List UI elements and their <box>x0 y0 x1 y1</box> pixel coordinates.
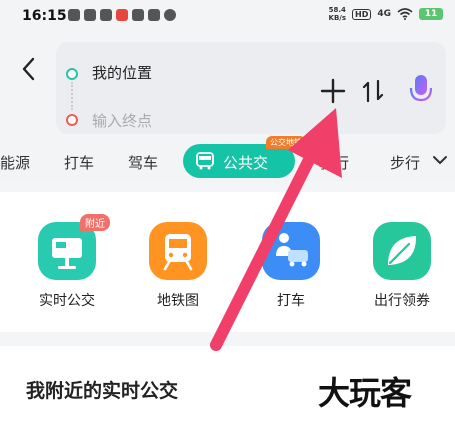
quick-actions-grid: 附近 实时公交 地铁图 打车 出行领券 <box>0 192 455 332</box>
realtime-bus-tile[interactable]: 附近 实时公交 <box>22 214 112 310</box>
tab-walking[interactable]: 步行 <box>390 152 420 173</box>
route-search-card: 我的位置 输入终点 <box>0 32 455 142</box>
mail-icon <box>100 9 112 21</box>
destination-input[interactable]: 输入终点 <box>92 110 152 131</box>
voice-input-icon[interactable] <box>406 72 436 108</box>
route-input-box: 我的位置 输入终点 <box>56 42 446 134</box>
image-icon <box>148 9 160 21</box>
tab-cycling[interactable]: 骑行 <box>319 152 349 173</box>
hd-badge: HD <box>352 8 372 20</box>
swap-route-icon[interactable] <box>358 76 388 106</box>
transport-mode-tabs: 能源 打车 驾车 公共交 公交地铁 骑行 步行 <box>0 136 455 182</box>
realtime-bus-icon: 附近 <box>38 214 110 280</box>
taxi-tile[interactable]: 打车 <box>246 222 336 310</box>
wifi-icon <box>397 8 413 20</box>
route-connector <box>71 82 75 110</box>
tab-taxi[interactable]: 打车 <box>64 152 94 173</box>
travel-coupon-tile[interactable]: 出行领券 <box>357 222 447 310</box>
subway-map-label: 地铁图 <box>157 293 199 309</box>
taxi-icon <box>262 222 320 280</box>
leaf-icon <box>373 222 431 280</box>
nearby-badge: 附近 <box>80 214 110 231</box>
compass-icon <box>164 9 176 21</box>
network-type: 4G <box>377 9 391 19</box>
taxi-label: 打车 <box>277 293 305 309</box>
status-right: 58.4 KB/s HD 4G 11 <box>329 6 443 22</box>
tab-public-transit[interactable]: 公共交 <box>183 144 295 178</box>
back-icon[interactable] <box>18 54 40 84</box>
watermark-logo: 大玩客 <box>318 374 412 412</box>
tab-drive[interactable]: 驾车 <box>128 152 158 173</box>
tab-energy[interactable]: 能源 <box>0 152 30 173</box>
subway-map-tile[interactable]: 地铁图 <box>133 222 223 310</box>
origin-dot-icon <box>66 68 78 80</box>
chat-icon <box>84 9 96 21</box>
tab-public-transit-label: 公共交 <box>223 154 269 172</box>
weibo-icon <box>116 9 128 21</box>
battery-indicator: 11 <box>419 8 443 20</box>
nearby-realtime-bus-section: 我附近的实时公交 大玩客 <box>0 346 455 429</box>
notification-icons <box>68 9 176 21</box>
add-waypoint-button[interactable] <box>318 76 348 106</box>
network-speed: 58.4 KB/s <box>328 6 346 22</box>
public-transit-badge: 公交地铁 <box>266 136 306 149</box>
status-time: 16:15 <box>22 8 67 24</box>
subway-icon <box>149 222 207 280</box>
chevron-down-icon[interactable] <box>432 154 448 166</box>
status-bar: 16:15 58.4 KB/s HD 4G 11 <box>0 0 455 32</box>
tiktok-icon <box>132 9 144 21</box>
notification-app-icon <box>68 9 80 21</box>
section-title: 我附近的实时公交 <box>26 380 179 402</box>
origin-input[interactable]: 我的位置 <box>92 62 152 83</box>
destination-dot-icon <box>66 114 78 126</box>
travel-coupon-label: 出行领券 <box>374 293 430 309</box>
bus-icon <box>196 152 214 170</box>
realtime-bus-label: 实时公交 <box>39 293 95 309</box>
